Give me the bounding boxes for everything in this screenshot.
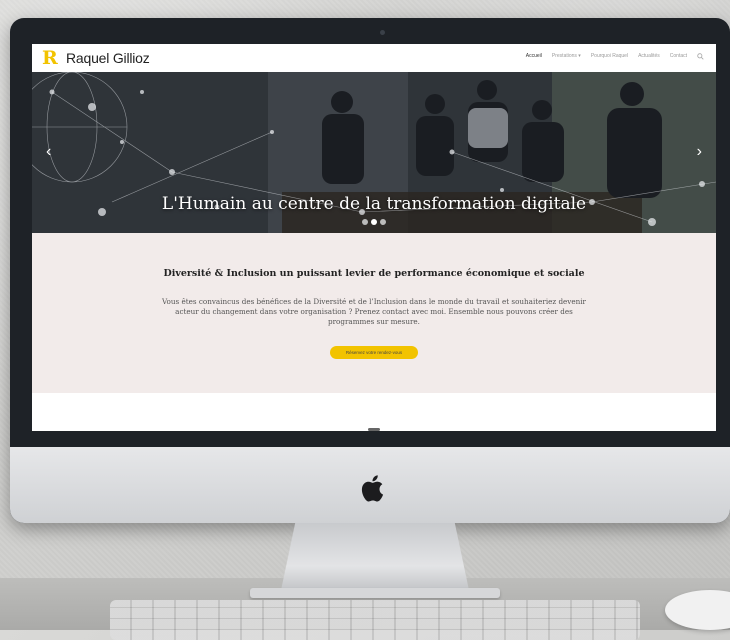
keyboard xyxy=(110,600,640,640)
intro-body: Vous êtes convaincus des bénéfices de la… xyxy=(162,297,586,326)
intro-section: Diversité & Inclusion un puissant levier… xyxy=(32,233,716,393)
slider-dot[interactable] xyxy=(380,219,386,225)
slider-dot-active[interactable] xyxy=(371,219,377,225)
website-screen: R Raquel Gillioz Accueil Prestations ▾ P… xyxy=(32,44,716,431)
chevron-left-icon[interactable]: ‹ xyxy=(46,144,51,160)
nav-item-contact[interactable]: Contact xyxy=(670,53,687,60)
nav-item-accueil[interactable]: Accueil xyxy=(526,53,542,60)
nav-item-actualites[interactable]: Actualités xyxy=(638,53,660,60)
logo-mark[interactable]: R xyxy=(42,49,58,68)
apple-icon xyxy=(361,475,384,502)
section-divider xyxy=(368,428,380,431)
imac-stand xyxy=(280,523,470,595)
slider-dot[interactable] xyxy=(362,219,368,225)
logo-text[interactable]: Raquel Gillioz xyxy=(66,50,150,66)
book-appointment-button[interactable]: Réservez votre rendez-vous xyxy=(330,346,418,359)
nav-item-prestations[interactable]: Prestations ▾ xyxy=(552,53,581,60)
nav-item-pourquoi[interactable]: Pourquoi Raquel xyxy=(591,53,628,60)
imac-stand-base xyxy=(250,588,500,598)
main-nav: Accueil Prestations ▾ Pourquoi Raquel Ac… xyxy=(526,53,704,60)
next-section xyxy=(32,393,716,431)
chevron-right-icon[interactable]: › xyxy=(697,144,702,160)
hero-title: L'Humain au centre de la transformation … xyxy=(161,194,587,214)
slider-dots xyxy=(362,219,386,225)
hero-slider: ‹ › L'Humain au centre de la transformat… xyxy=(32,72,716,233)
site-header: R Raquel Gillioz Accueil Prestations ▾ P… xyxy=(32,44,716,72)
search-icon[interactable] xyxy=(697,53,704,60)
camera xyxy=(380,30,385,35)
intro-title: Diversité & Inclusion un puissant levier… xyxy=(163,268,585,279)
